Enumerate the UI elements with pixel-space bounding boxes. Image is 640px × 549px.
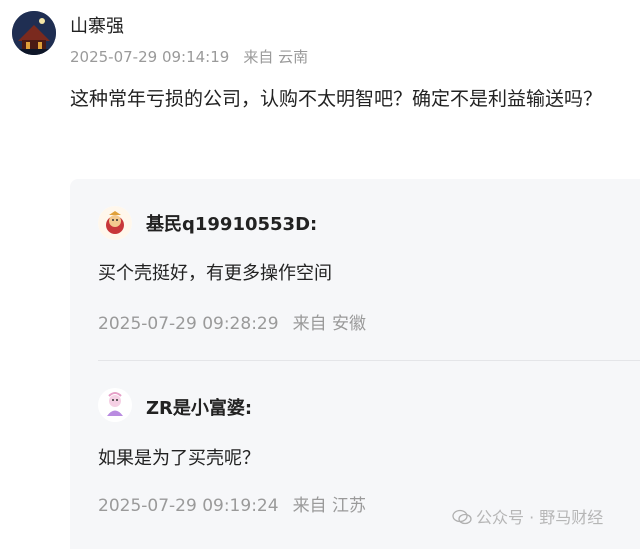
fortune-bag-avatar-icon bbox=[98, 206, 132, 240]
reply-thread: 基民q19910553D: 买个壳挺好，有更多操作空间 2025-07-29 0… bbox=[70, 179, 640, 549]
comment-location: 来自 云南 bbox=[243, 48, 309, 66]
reply-timestamp: 2025-07-29 09:28:29 bbox=[98, 314, 279, 334]
cartoon-figure-avatar-icon bbox=[98, 388, 132, 422]
reply-timestamp: 2025-07-29 09:19:24 bbox=[98, 496, 279, 516]
comment-text: 这种常年亏损的公司，认购不太明智吧？确定不是利益输送吗？ bbox=[70, 88, 603, 110]
wechat-icon bbox=[452, 509, 472, 529]
comment-timestamp: 2025-07-29 09:14:19 bbox=[70, 48, 230, 66]
reply-username[interactable]: 基民q19910553D: bbox=[146, 210, 317, 236]
reply-divider bbox=[98, 360, 640, 361]
comment-username[interactable]: 山寨强 bbox=[70, 12, 124, 38]
reply-text: 如果是为了买壳呢？ bbox=[98, 448, 260, 469]
reply-location: 来自 安徽 bbox=[292, 314, 366, 334]
comment-meta: 2025-07-29 09:14:19 来自 云南 bbox=[70, 46, 308, 67]
reply-text: 买个壳挺好，有更多操作空间 bbox=[98, 263, 332, 284]
watermark-text: 公众号 · 野马财经 bbox=[476, 508, 604, 527]
reply-meta: 2025-07-29 09:28:29 来自 安徽 bbox=[98, 309, 366, 334]
reply-meta: 2025-07-29 09:19:24 来自 江苏 bbox=[98, 491, 366, 516]
watermark: 公众号 · 野马财经 bbox=[452, 504, 603, 529]
reply-location: 来自 江苏 bbox=[292, 496, 366, 516]
reply-avatar[interactable] bbox=[98, 388, 132, 422]
night-castle-avatar-icon bbox=[12, 11, 56, 55]
reply-username[interactable]: ZR是小富婆: bbox=[146, 394, 252, 420]
reply-avatar[interactable] bbox=[98, 206, 132, 240]
user-avatar[interactable] bbox=[12, 11, 56, 55]
